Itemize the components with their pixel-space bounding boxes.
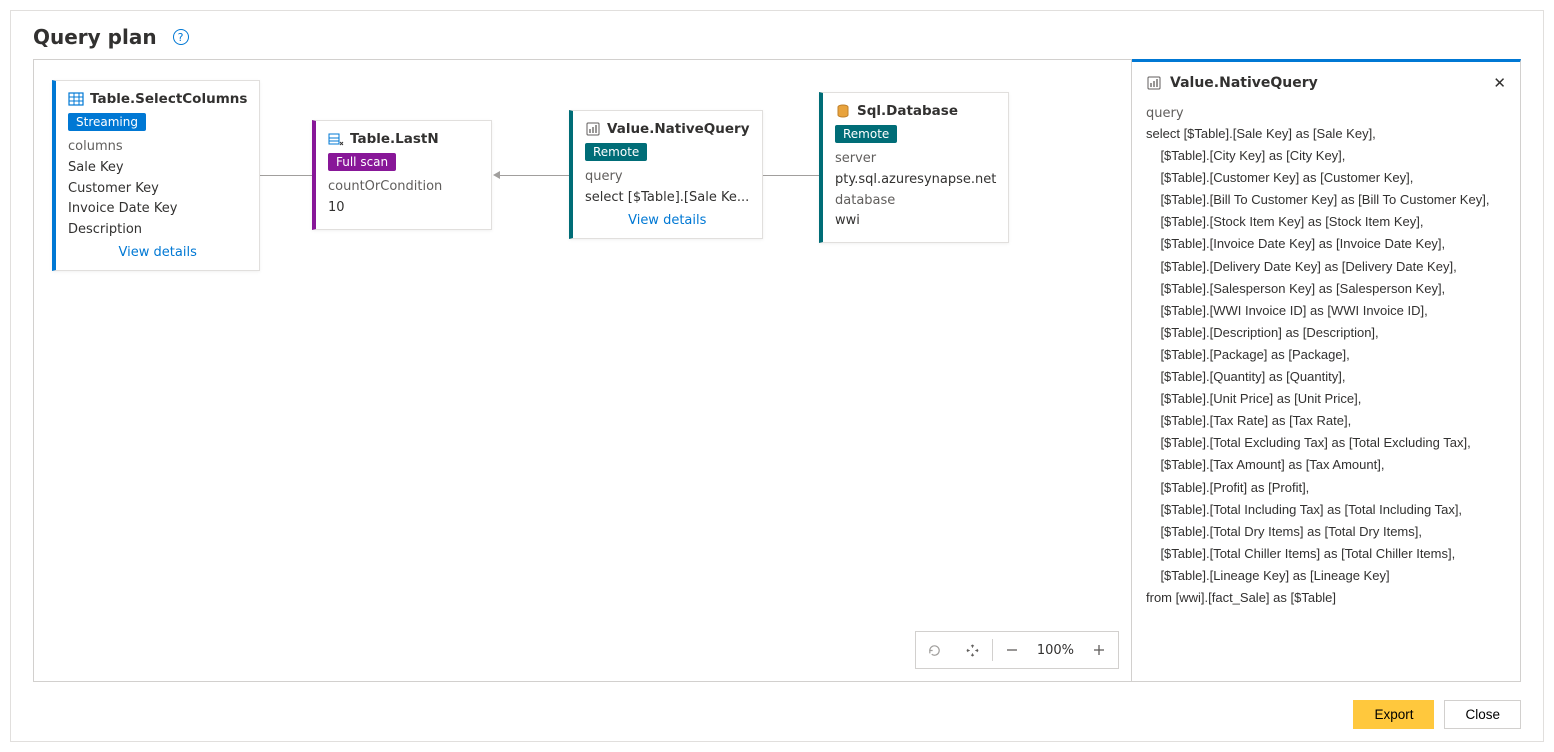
reset-view-button[interactable] xyxy=(916,632,954,668)
zoom-in-button[interactable] xyxy=(1080,632,1118,668)
details-title: Value.NativeQuery xyxy=(1170,75,1318,91)
node-title-text: Sql.Database xyxy=(857,103,958,119)
query-icon xyxy=(585,121,601,137)
export-button[interactable]: Export xyxy=(1353,700,1434,729)
details-panel: Value.NativeQuery ✕ query select [$Table… xyxy=(1131,59,1521,682)
node-sql-database[interactable]: Sql.Database Remote server pty.sql.azure… xyxy=(819,92,1009,243)
fullscan-badge: Full scan xyxy=(328,153,396,171)
column-value: Sale Key xyxy=(68,158,247,179)
columns-label: columns xyxy=(68,137,247,158)
count-value: 10 xyxy=(328,198,479,219)
database-icon xyxy=(835,103,851,119)
dialog-footer: Export Close xyxy=(11,690,1543,741)
query-label: query xyxy=(585,167,750,188)
remote-badge: Remote xyxy=(585,143,647,161)
dialog-header: Query plan ? xyxy=(11,11,1543,59)
lastn-icon xyxy=(328,131,344,147)
column-value: Invoice Date Key xyxy=(68,199,247,220)
query-icon xyxy=(1146,75,1162,91)
dialog-frame: Query plan ? Table.SelectColumns Streami… xyxy=(10,10,1544,742)
details-section-label: query xyxy=(1146,106,1506,121)
streaming-badge: Streaming xyxy=(68,113,146,131)
zoom-out-button[interactable] xyxy=(993,632,1031,668)
view-details-link[interactable]: View details xyxy=(585,213,750,228)
close-button[interactable]: Close xyxy=(1444,700,1521,729)
server-value: pty.sql.azuresynapse.net xyxy=(835,170,996,191)
page-title: Query plan xyxy=(33,25,157,49)
node-value-nativequery[interactable]: Value.NativeQuery Remote query select [$… xyxy=(569,110,763,239)
remote-badge: Remote xyxy=(835,125,897,143)
column-value: Description xyxy=(68,220,247,241)
arrow xyxy=(499,175,569,176)
database-value: wwi xyxy=(835,211,996,232)
help-icon[interactable]: ? xyxy=(173,29,189,45)
column-value: Customer Key xyxy=(68,179,247,200)
dialog-body: Table.SelectColumns Streaming columns Sa… xyxy=(11,59,1543,690)
zoom-toolbar: 100% xyxy=(915,631,1119,669)
table-icon xyxy=(68,91,84,107)
node-title-text: Table.LastN xyxy=(350,131,439,147)
node-table-selectcolumns[interactable]: Table.SelectColumns Streaming columns Sa… xyxy=(52,80,260,271)
count-label: countOrCondition xyxy=(328,177,479,198)
diagram-canvas[interactable]: Table.SelectColumns Streaming columns Sa… xyxy=(33,59,1132,682)
view-details-link[interactable]: View details xyxy=(68,245,247,260)
database-label: database xyxy=(835,191,996,212)
details-sql-text: select [$Table].[Sale Key] as [Sale Key]… xyxy=(1146,123,1506,609)
zoom-level: 100% xyxy=(1031,643,1080,658)
server-label: server xyxy=(835,149,996,170)
node-title-text: Table.SelectColumns xyxy=(90,91,247,107)
arrow xyxy=(754,175,820,176)
node-title-text: Value.NativeQuery xyxy=(607,121,750,137)
fit-view-button[interactable] xyxy=(954,632,992,668)
query-preview: select [$Table].[Sale Ke... xyxy=(585,188,750,209)
close-icon[interactable]: ✕ xyxy=(1493,74,1506,92)
node-table-lastn[interactable]: Table.LastN Full scan countOrCondition 1… xyxy=(312,120,492,230)
